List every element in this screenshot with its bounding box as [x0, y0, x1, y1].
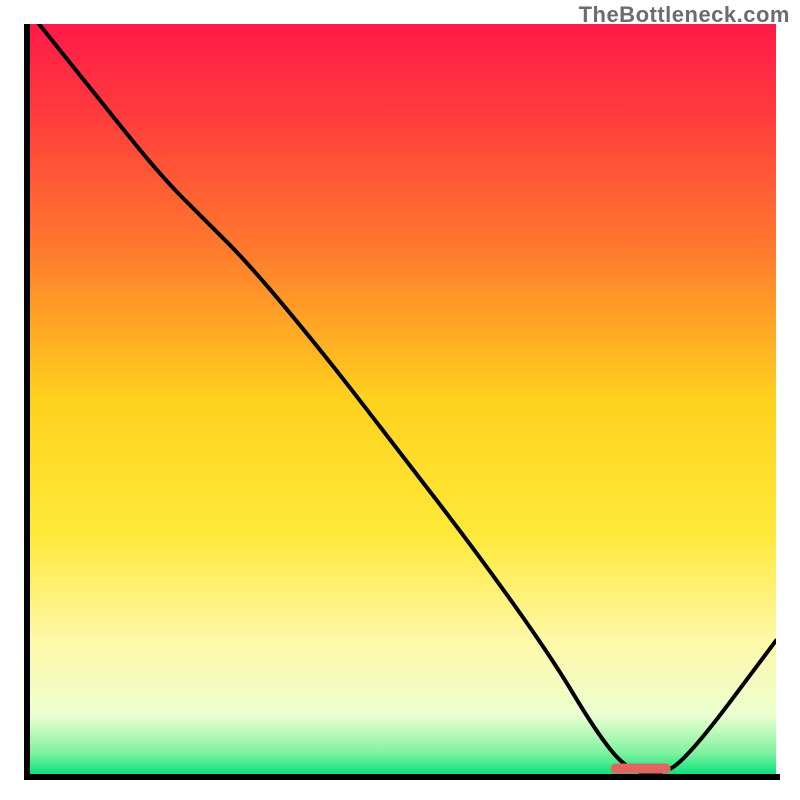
- y-axis: [24, 24, 30, 780]
- bottleneck-curve: [39, 24, 776, 773]
- optimal-marker: [611, 764, 671, 774]
- x-axis: [24, 774, 780, 780]
- watermark-text: TheBottleneck.com: [579, 2, 790, 28]
- chart-curve-layer: [24, 24, 776, 776]
